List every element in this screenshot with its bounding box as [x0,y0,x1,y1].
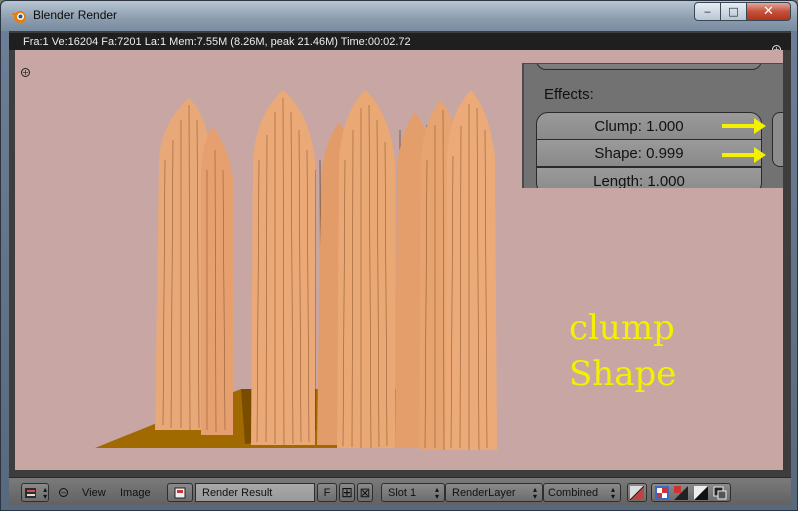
minimize-button[interactable]: ‒ [694,2,721,21]
render-layer-label: RenderLayer [452,486,516,499]
render-pass-label: Combined [548,486,599,499]
draw-mode-group[interactable] [651,483,731,502]
blender-logo-icon [12,11,26,23]
window-titlebar[interactable]: Blender Render ‒ □ ✕ [1,1,797,31]
x-icon: ⊠ [359,484,371,500]
render-stats-text: Fra:1 Ve:16204 Fa:7201 La:1 Mem:7.55M (8… [23,36,411,48]
slot-label: Slot 1 [388,486,417,499]
arrow-shape-icon [722,147,766,163]
particle-settings-inset: Effects: Clump: 1.000 Shape: 0.999 Lengt… [522,63,783,188]
window-title: Blender Render [33,8,118,22]
menu-image[interactable]: Image [120,483,151,502]
hair-clump-5 [337,90,395,449]
updown-icon: ▴ ▾ [43,484,48,501]
overlay-icon [713,486,727,499]
hair-clump-3 [251,90,315,446]
close-button[interactable]: ✕ [747,2,791,21]
image-editor-header: ▴ ▾ ‒ View Image Render Result F ⊞ ⊠ Slot… [9,477,791,505]
render-viewport[interactable]: + clump Shape Effects: Clump: 1.000 Shap… [15,50,783,470]
updown-icon: ▴ ▾ [532,484,537,501]
image-name-field[interactable]: Render Result [195,483,315,502]
image-editor-icon [25,487,37,498]
maximize-button[interactable]: □ [721,2,747,21]
window-client-area: Fra:1 Ve:16204 Fa:7201 La:1 Mem:7.55M (8… [9,31,791,505]
image-browse-icon [174,487,186,498]
arrow-clump-icon [722,118,766,134]
render-info-bar: Fra:1 Ve:16204 Fa:7201 La:1 Mem:7.55M (8… [9,33,791,54]
menu-view[interactable]: View [82,483,106,502]
alpha-icon [674,485,689,500]
image-browse-button[interactable] [167,483,193,502]
fake-user-button[interactable]: F [317,483,337,502]
collapse-menus-icon[interactable]: ‒ [59,483,69,502]
render-layer-selector[interactable]: RenderLayer ▴ ▾ [445,483,543,502]
window-controls: ‒ □ ✕ [694,2,791,23]
annotation-clump: clump [569,308,675,348]
slot-selector[interactable]: Slot 1 ▴ ▾ [381,483,445,502]
updown-icon: ▴ ▾ [434,484,439,501]
checker-icon [654,485,669,500]
plus-icon: ⊞ [341,484,353,500]
hair-clump-8 [445,90,497,451]
unlink-image-button[interactable]: ⊠ [357,483,373,502]
draw-channels-button[interactable] [627,483,647,502]
new-image-button[interactable]: ⊞ [339,483,355,502]
render-window: Blender Render ‒ □ ✕ Fra:1 Ve:16204 Fa:7… [0,0,798,511]
editor-type-selector[interactable]: ▴ ▾ [21,483,49,502]
color-alpha-icon [630,485,644,500]
annotation-shape: Shape [569,354,677,394]
render-pass-selector[interactable]: Combined ▴ ▾ [543,483,621,502]
yellow-arrows [722,118,766,163]
z-buffer-icon [693,485,708,500]
updown-icon: ▴ ▾ [610,484,615,501]
hair-clump-2 [201,126,233,435]
